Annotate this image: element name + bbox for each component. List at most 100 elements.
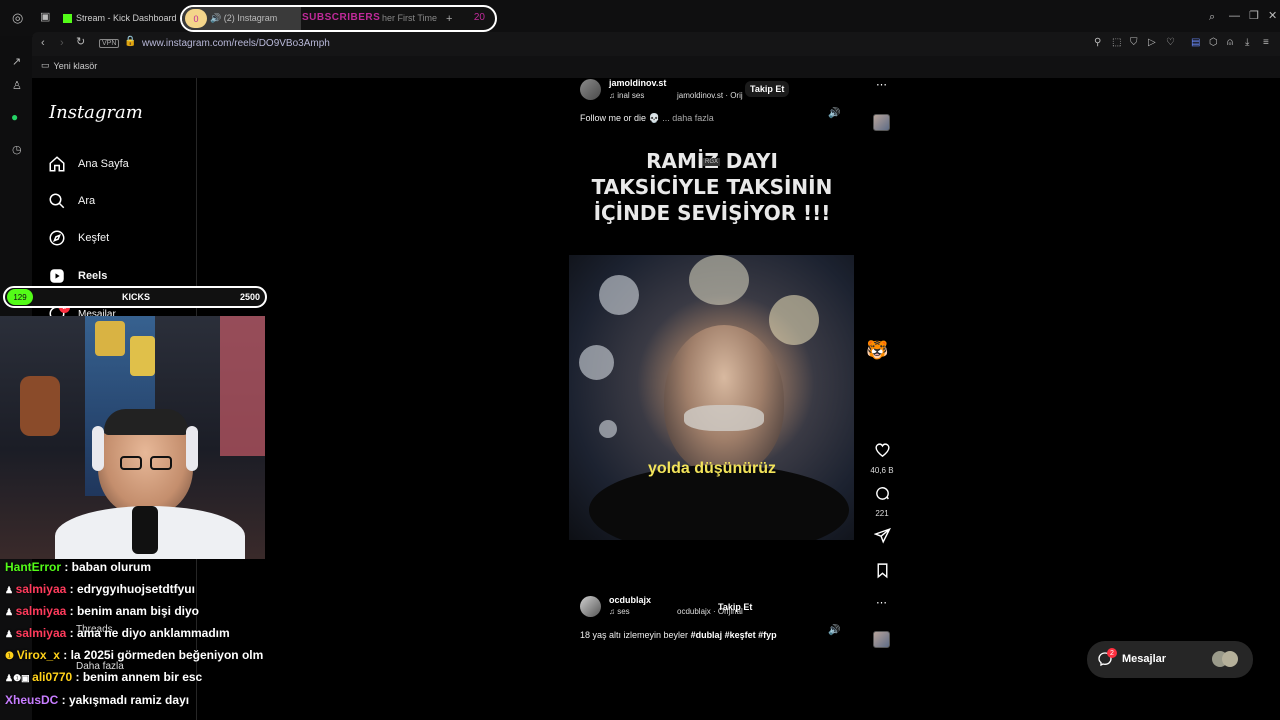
chat-message: HantError : baban olurum [5, 560, 151, 574]
instagram-logo[interactable]: Instagram [49, 102, 143, 123]
reel1-follow-button[interactable]: Takip Et [745, 81, 790, 97]
reels-icon [50, 269, 64, 283]
forward-icon[interactable]: › [60, 38, 64, 49]
whatsapp-icon[interactable]: ● [11, 111, 18, 123]
reel2-audio[interactable]: ♫ ses [609, 607, 630, 616]
reel2-audio-thumbnail[interactable] [873, 631, 890, 648]
menu-icon[interactable]: ≡ [1263, 38, 1269, 48]
reel1-audio-owner[interactable]: jamoldinov.st · Orij [677, 91, 743, 100]
sticker-icon: 🐯 [866, 340, 889, 360]
reel1-title-line2: TAKSİCİYLE TAKSİNİN [591, 175, 833, 199]
share-button[interactable] [870, 527, 894, 549]
tab-kick[interactable]: Stream - Kick Dashboard [63, 8, 177, 28]
like-button[interactable]: 40,6 B [870, 442, 894, 475]
restore-icon[interactable]: ❐ [1249, 11, 1259, 22]
play-icon[interactable]: ▷ [1148, 38, 1156, 48]
chat-text: : la 2025i görmeden beğeniyon olm [59, 648, 264, 662]
reel1-audio[interactable]: ♫ inal ses [609, 91, 644, 100]
save-button[interactable] [870, 562, 894, 584]
translate-icon[interactable]: ▤ [1191, 38, 1200, 48]
chat-text: : ama ne diyo anklammadım [66, 626, 230, 640]
nav-explore-label: Keşfet [78, 232, 110, 244]
address-url[interactable]: www.instagram.com/reels/DO9VBo3Amph [142, 38, 330, 49]
messages-pill-badge: 2 [1107, 648, 1117, 658]
reel1-subtitle: yolda düşünürüz [648, 460, 776, 477]
comment-count: 221 [875, 509, 889, 518]
extensions-icon[interactable]: ⬡ [1209, 38, 1218, 48]
heart-icon[interactable]: ♡ [1166, 38, 1175, 48]
pin-icon[interactable]: ⚲ [1094, 38, 1101, 48]
bookmark-folder[interactable]: ▭ Yeni klasör [41, 60, 97, 71]
chat-message: ♟ salmiyaa : benim anam bişi diyo [5, 604, 199, 618]
subscribers-label: SUBSCRIBERS [302, 12, 381, 23]
reel1-sound-icon[interactable]: 🔊 [828, 109, 840, 119]
kicks-overlay: 129 KICKS 2500 [3, 286, 267, 308]
close-window-icon[interactable]: ✕ [1268, 11, 1277, 22]
messages-avatar-2 [1222, 651, 1238, 667]
chat-username: salmiyaa [15, 582, 67, 596]
comment-icon [875, 487, 889, 500]
chat-message: ❶ Virox_x : la 2025i görmeden beğeniyon … [5, 648, 263, 662]
history-icon[interactable]: ◷ [12, 145, 22, 156]
reel2-audio-label: ses [617, 607, 630, 616]
chat-text: : yakışmadı ramiz dayı [58, 693, 190, 707]
nav-search[interactable]: Ara [48, 192, 95, 210]
reload-icon[interactable]: ↻ [76, 37, 85, 48]
reel1-more-link[interactable]: ... daha fazla [662, 113, 714, 123]
chat-username: HantError [5, 560, 62, 574]
aria-icon[interactable]: ♙ [12, 81, 22, 92]
account-icon[interactable]: ⍝ [1227, 38, 1233, 48]
nav-reels-label: Reels [78, 270, 108, 282]
reel2-follow-button[interactable]: Takip Et [713, 599, 757, 615]
tab-instagram[interactable]: 🔊 (2) Instagram [210, 13, 277, 24]
chat-message: ♟❶▣ ali0770 : benim annem bir esc [5, 670, 202, 684]
chat-text: : benim annem bir esc [72, 670, 203, 684]
reel2-avatar[interactable] [580, 596, 601, 617]
search-tabs-icon[interactable]: ⌕ [1209, 12, 1215, 23]
nav-home[interactable]: Ana Sayfa [48, 155, 129, 173]
subscribers-goal: 20 [473, 12, 485, 23]
download-icon[interactable]: ⤓ [1245, 38, 1249, 48]
subscribers-count: 0 [185, 9, 207, 28]
compass-icon [49, 230, 65, 246]
chat-badge-icon: ♟ [5, 607, 16, 617]
reel1-caption: Follow me or die 💀 ... daha fazla [580, 113, 714, 124]
minimize-icon[interactable]: — [1229, 11, 1240, 22]
reel2-hashtags[interactable]: #dublaj #keşfet #fyp [691, 630, 777, 640]
new-tab-button[interactable]: + [446, 14, 452, 25]
shield-icon[interactable]: ⛉ [1130, 38, 1138, 48]
reel2-sound-icon[interactable]: 🔊 [828, 626, 840, 636]
send-icon [872, 527, 891, 544]
nav-reels[interactable]: Reels [48, 267, 107, 285]
reel1-more-icon[interactable]: ⋯ [876, 80, 887, 91]
reel1-audio-thumbnail[interactable] [873, 114, 890, 131]
chat-badge-icon: ♟❶▣ [5, 673, 33, 683]
chat-text: : benim anam bişi diyo [66, 604, 199, 618]
back-icon[interactable]: ‹ [41, 38, 45, 49]
home-icon [49, 156, 65, 172]
tab-kick-label: Stream - Kick Dashboard [76, 13, 177, 23]
reel2-username[interactable]: ocdublajx [609, 595, 651, 605]
webcam-feed [0, 316, 265, 559]
tab-other-label[interactable]: her First Time [382, 13, 437, 23]
ai-icon[interactable]: ↗ [12, 57, 21, 68]
reel1-username[interactable]: jamoldinov.st [609, 78, 666, 88]
messages-pill[interactable]: 2 Mesajlar [1087, 641, 1253, 678]
chat-badge-icon: ♟ [5, 585, 16, 595]
snapshot-icon[interactable]: ⬚ [1112, 38, 1121, 48]
chat-username: XheusDC [5, 693, 59, 707]
reel1-options-icon[interactable]: ⋯ [876, 598, 887, 609]
bookmarks-bar [32, 56, 1280, 78]
vpn-badge[interactable]: VPN [99, 39, 120, 48]
nav-explore[interactable]: Keşfet [48, 229, 109, 247]
reel1-audio-label: inal ses [617, 91, 645, 100]
chat-message: XheusDC : yakışmadı ramiz dayı [5, 693, 189, 707]
reel1-avatar[interactable] [580, 79, 601, 100]
kick-logo-icon [63, 13, 72, 23]
chat-message: ♟ salmiyaa : ama ne diyo anklammadım [5, 626, 230, 640]
comment-button[interactable]: 221 [870, 485, 894, 518]
folder-icon: ▭ [41, 60, 50, 70]
lock-icon[interactable]: 🔒 [124, 37, 136, 47]
opera-logo-icon[interactable]: ◎ [12, 11, 23, 24]
workspace-icon[interactable]: ▣ [40, 12, 50, 23]
